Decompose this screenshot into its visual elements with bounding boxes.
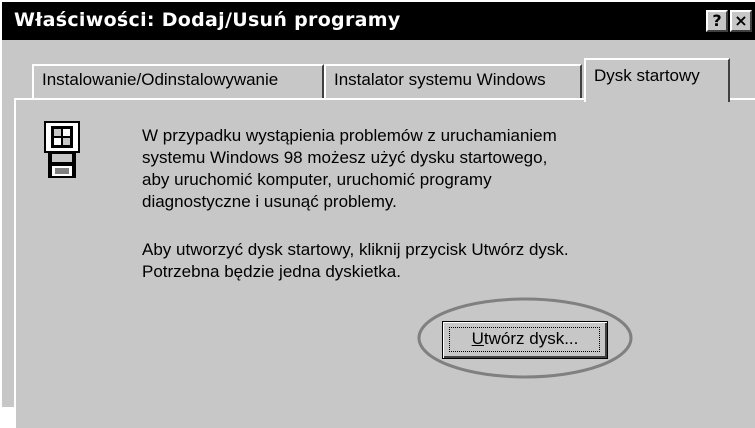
create-disk-button[interactable]: Utwórz dysk...: [442, 321, 608, 359]
create-disk-button-label: Utwórz dysk...: [471, 329, 579, 348]
tab-startup-disk[interactable]: Dysk startowy: [584, 58, 730, 102]
close-button[interactable]: ×: [730, 10, 752, 32]
title-bar[interactable]: Właściwości: Dodaj/Usuń programy ? ×: [2, 2, 755, 40]
tab-windows-setup[interactable]: Instalator systemu Windows: [324, 64, 582, 98]
startup-disk-instruction: Aby utworzyć dysk startowy, kliknij przy…: [142, 240, 569, 281]
properties-dialog: Właściwości: Dodaj/Usuń programy ? × Ins…: [0, 0, 755, 428]
tab-install-uninstall[interactable]: Instalowanie/Odinstalowywanie: [32, 64, 324, 98]
help-button[interactable]: ?: [706, 10, 728, 32]
window-title: Właściwości: Dodaj/Usuń programy: [14, 9, 401, 31]
floppy-disk-startup-icon: [44, 121, 80, 178]
startup-disk-description: W przypadku wystąpienia problemów z uruc…: [142, 126, 557, 211]
